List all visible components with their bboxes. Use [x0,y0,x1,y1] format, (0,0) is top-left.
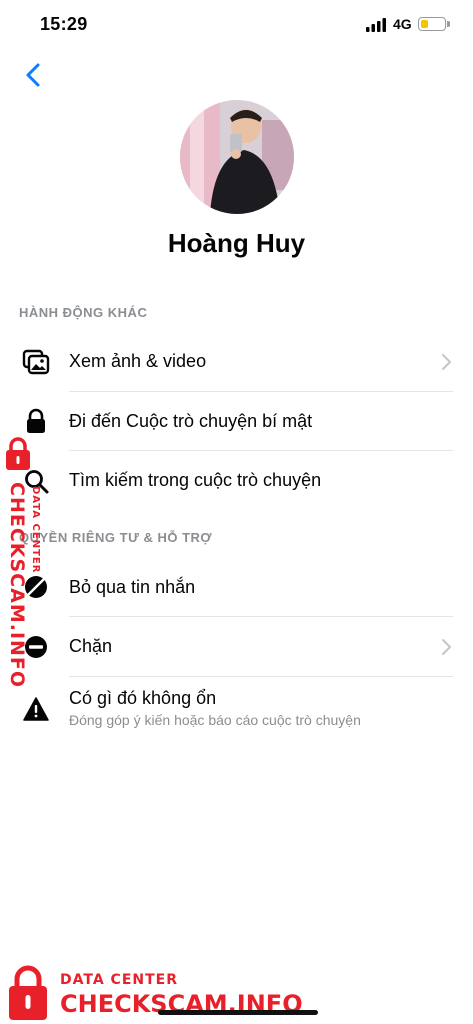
section-header-more-actions: HÀNH ĐỘNG KHÁC [19,305,148,320]
watermark-side-brand: CHECKSCAM.INFO [6,482,28,689]
lock-icon [27,408,45,433]
signal-icon [366,18,386,32]
watermark-bottom-tag: DATA CENTER [60,972,178,988]
avatar[interactable] [180,100,294,214]
secret-conversation-label: Đi đến Cuộc trò chuyện bí mật [69,411,313,431]
block-row[interactable]: Chặn [0,617,473,676]
avatar-photo [180,100,294,214]
network-type: 4G [393,16,412,32]
ignore-messages-label: Bỏ qua tin nhắn [69,577,196,597]
back-button[interactable] [20,60,48,90]
profile-name: Hoàng Huy [167,228,306,258]
search-in-conversation-row[interactable]: Tìm kiếm trong cuộc trò chuyện [0,451,473,510]
chevron-right-icon [442,639,451,655]
warning-icon [23,697,49,721]
watermark-lock-icon [6,437,30,470]
watermark-side-tag: DATA CENTER [30,486,41,574]
status-time: 15:29 [40,14,88,34]
battery-icon [418,17,446,31]
home-indicator [158,1010,318,1015]
chevron-right-icon [442,354,451,370]
report-problem-sublabel: Đóng góp ý kiến hoặc báo cáo cuộc trò ch… [69,712,361,728]
report-problem-label: Có gì đó không ổn [69,688,217,708]
block-label: Chặn [69,636,113,656]
view-photos-videos-label: Xem ảnh & video [69,351,207,371]
report-problem-row[interactable]: Có gì đó không ổn Đóng góp ý kiến hoặc b… [0,677,473,739]
battery-level [421,20,428,28]
watermark-side: CHECKSCAM.INFO DATA CENTER [0,436,60,688]
ignore-messages-row[interactable]: Bỏ qua tin nhắn [0,558,473,617]
watermark-lock-icon [9,965,47,1020]
status-bar: 15:29 4G [0,0,473,50]
secret-conversation-row[interactable]: Đi đến Cuộc trò chuyện bí mật [0,392,473,451]
search-in-conversation-label: Tìm kiếm trong cuộc trò chuyện [69,470,322,490]
view-photos-videos-row[interactable]: Xem ảnh & video [0,332,473,391]
battery-cap [447,21,450,27]
photos-icon [22,349,50,375]
